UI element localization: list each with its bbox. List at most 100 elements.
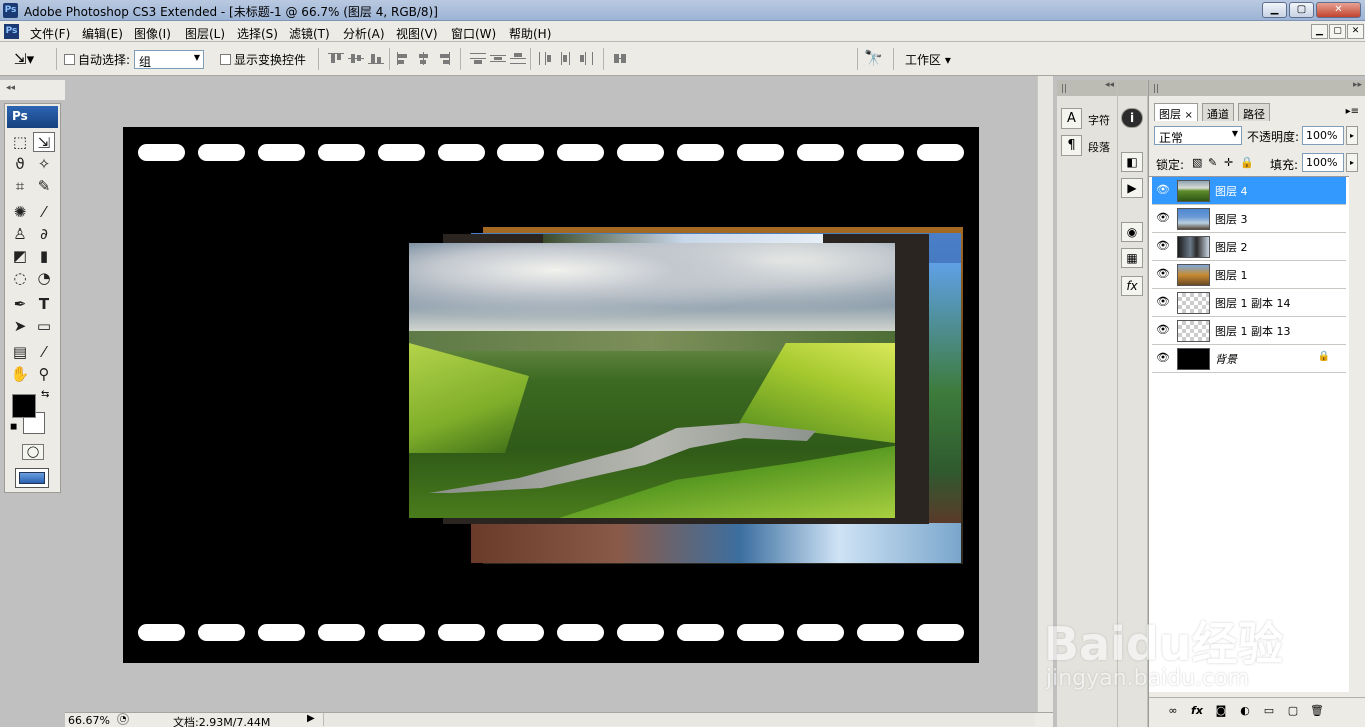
eye-icon[interactable]: 👁 xyxy=(1155,322,1171,338)
horizontal-scrollbar[interactable] xyxy=(323,713,1035,726)
canvas-area[interactable] xyxy=(65,76,1053,712)
clone-stamp-tool-icon[interactable]: ♙ xyxy=(9,224,31,244)
actions-icon[interactable]: ▶ xyxy=(1121,178,1143,198)
panel-header[interactable]: || ◂◂ xyxy=(1057,80,1117,96)
magic-wand-tool-icon[interactable]: ✧ xyxy=(33,154,55,174)
swap-colors-icon[interactable]: ⇆ xyxy=(41,389,49,400)
menu-edit[interactable]: 编辑(E) xyxy=(82,25,123,42)
crop-tool-icon[interactable]: ⌗ xyxy=(9,176,31,196)
auto-select-dropdown[interactable]: 组 ▼ xyxy=(134,50,204,69)
distribute-hcenter-icon[interactable] xyxy=(558,52,574,65)
status-menu-arrow-icon[interactable]: ▶ xyxy=(307,713,315,724)
align-right-icon[interactable] xyxy=(436,52,452,65)
default-colors-icon[interactable]: ◼ xyxy=(10,422,17,432)
distribute-top-icon[interactable] xyxy=(470,52,486,65)
hand-tool-icon[interactable]: ✋ xyxy=(9,364,31,384)
opacity-slider-arrow-icon[interactable]: ▸ xyxy=(1346,126,1358,145)
tab-channels[interactable]: 通道 xyxy=(1202,103,1234,121)
maximize-button[interactable]: ▢ xyxy=(1289,2,1314,18)
align-left-icon[interactable] xyxy=(396,52,412,65)
fill-slider-arrow-icon[interactable]: ▸ xyxy=(1346,153,1358,172)
eye-icon[interactable]: 👁 xyxy=(1155,266,1171,282)
auto-select-checkbox[interactable]: 自动选择: xyxy=(64,51,130,68)
pen-tool-icon[interactable]: ✒ xyxy=(9,294,31,314)
distribute-right-icon[interactable] xyxy=(578,52,594,65)
menu-view[interactable]: 视图(V) xyxy=(396,25,438,42)
notes-tool-icon[interactable]: ▤ xyxy=(9,342,31,362)
marquee-tool-icon[interactable]: ⬚ xyxy=(9,132,31,152)
menu-file[interactable]: 文件(F) xyxy=(30,25,70,42)
show-transform-checkbox[interactable]: 显示变换控件 xyxy=(220,51,306,68)
eye-icon[interactable]: 👁 xyxy=(1155,182,1171,198)
status-info-icon[interactable]: ◔ xyxy=(117,713,129,725)
lock-position-icon[interactable]: ✛ xyxy=(1224,156,1233,169)
layer-row[interactable]: 👁 图层 3 xyxy=(1152,205,1346,233)
zoom-readout[interactable]: 66.67% xyxy=(68,714,110,727)
color-swatch-icon[interactable]: ◉ xyxy=(1121,222,1143,242)
fill-input[interactable]: 100% xyxy=(1302,153,1344,172)
quick-mask-icon[interactable]: ◯ xyxy=(22,444,44,460)
panel-menu-icon[interactable]: ▸≡ xyxy=(1346,106,1359,117)
blend-mode-dropdown[interactable]: 正常 ▼ xyxy=(1154,126,1242,145)
vertical-scrollbar[interactable] xyxy=(1037,76,1053,712)
lock-transparency-icon[interactable]: ▧ xyxy=(1192,156,1202,169)
opacity-input[interactable]: 100% xyxy=(1302,126,1344,145)
eye-icon[interactable]: 👁 xyxy=(1155,210,1171,226)
minimize-button[interactable]: ▁ xyxy=(1262,2,1287,18)
align-top-icon[interactable] xyxy=(328,52,344,65)
screen-mode-icon[interactable] xyxy=(15,468,49,488)
doc-minimize-button[interactable]: ▁ xyxy=(1311,24,1328,39)
paragraph-panel-button[interactable]: ¶ 段落 xyxy=(1061,135,1115,159)
dodge-tool-icon[interactable]: ◔ xyxy=(33,268,55,288)
menu-select[interactable]: 选择(S) xyxy=(237,25,278,42)
info-icon[interactable]: i xyxy=(1121,108,1143,128)
healing-brush-tool-icon[interactable]: ✺ xyxy=(9,202,31,222)
menu-help[interactable]: 帮助(H) xyxy=(509,25,551,42)
align-hcenter-icon[interactable] xyxy=(416,52,432,65)
photoshop-menu-icon[interactable]: Ps xyxy=(4,24,19,39)
tab-layers[interactable]: 图层 × xyxy=(1154,103,1198,121)
align-vcenter-icon[interactable] xyxy=(348,52,364,65)
eye-icon[interactable]: 👁 xyxy=(1155,294,1171,310)
eye-icon[interactable]: 👁 xyxy=(1155,238,1171,254)
distribute-vcenter-icon[interactable] xyxy=(490,52,506,65)
doc-close-button[interactable]: ✕ xyxy=(1347,24,1364,39)
swatches-grid-icon[interactable]: ▦ xyxy=(1121,248,1143,268)
history-brush-tool-icon[interactable]: ∂ xyxy=(33,224,55,244)
lock-all-icon[interactable]: 🔒 xyxy=(1240,156,1254,169)
new-group-icon[interactable]: ▭ xyxy=(1261,704,1277,718)
move-tool-icon[interactable]: ⇲ xyxy=(33,132,55,152)
eye-icon[interactable]: 👁 xyxy=(1155,350,1171,366)
layer-row[interactable]: 👁 图层 1 副本 13 xyxy=(1152,317,1346,345)
path-selection-tool-icon[interactable]: ➤ xyxy=(9,316,31,336)
clone-source-icon[interactable]: ◧ xyxy=(1121,152,1143,172)
gradient-tool-icon[interactable]: ▮ xyxy=(33,246,55,266)
adjustment-layer-icon[interactable]: ◐ xyxy=(1237,704,1253,718)
tab-close-icon[interactable]: × xyxy=(1185,110,1193,121)
foreground-color-swatch[interactable] xyxy=(12,394,36,418)
layer-style-fx-icon[interactable]: fx xyxy=(1189,704,1205,718)
link-layers-icon[interactable]: ∞ xyxy=(1165,704,1181,718)
lasso-tool-icon[interactable]: ϑ xyxy=(9,154,31,174)
blur-tool-icon[interactable]: ◌ xyxy=(9,268,31,288)
shape-tool-icon[interactable]: ▭ xyxy=(33,316,55,336)
align-bottom-icon[interactable] xyxy=(368,52,384,65)
character-panel-button[interactable]: A 字符 xyxy=(1061,108,1115,132)
bridge-icon[interactable]: 🔭 xyxy=(864,49,883,67)
layer-row[interactable]: 👁 图层 1 副本 14 xyxy=(1152,289,1346,317)
eyedropper-tool-icon[interactable]: ⁄ xyxy=(33,342,55,362)
menu-window[interactable]: 窗口(W) xyxy=(451,25,496,42)
menu-filter[interactable]: 滤镜(T) xyxy=(289,25,330,42)
layer-row[interactable]: 👁 图层 4 xyxy=(1152,177,1346,205)
menu-layer[interactable]: 图层(L) xyxy=(185,25,225,42)
panel-header[interactable]: || ▸▸ xyxy=(1149,80,1365,96)
delete-layer-icon[interactable]: 🗑 xyxy=(1309,704,1325,718)
add-mask-icon[interactable]: ◙ xyxy=(1213,704,1229,718)
brush-tool-icon[interactable]: ⁄ xyxy=(33,202,55,222)
layer-row[interactable]: 👁 图层 1 xyxy=(1152,261,1346,289)
styles-fx-icon[interactable]: fx xyxy=(1121,276,1143,296)
new-layer-icon[interactable]: ▢ xyxy=(1285,704,1301,718)
toolbox-collapse-bar[interactable]: ◂◂ xyxy=(0,80,65,100)
workspace-menu[interactable]: 工作区 ▾ xyxy=(905,51,951,68)
zoom-tool-icon[interactable]: ⚲ xyxy=(33,364,55,384)
